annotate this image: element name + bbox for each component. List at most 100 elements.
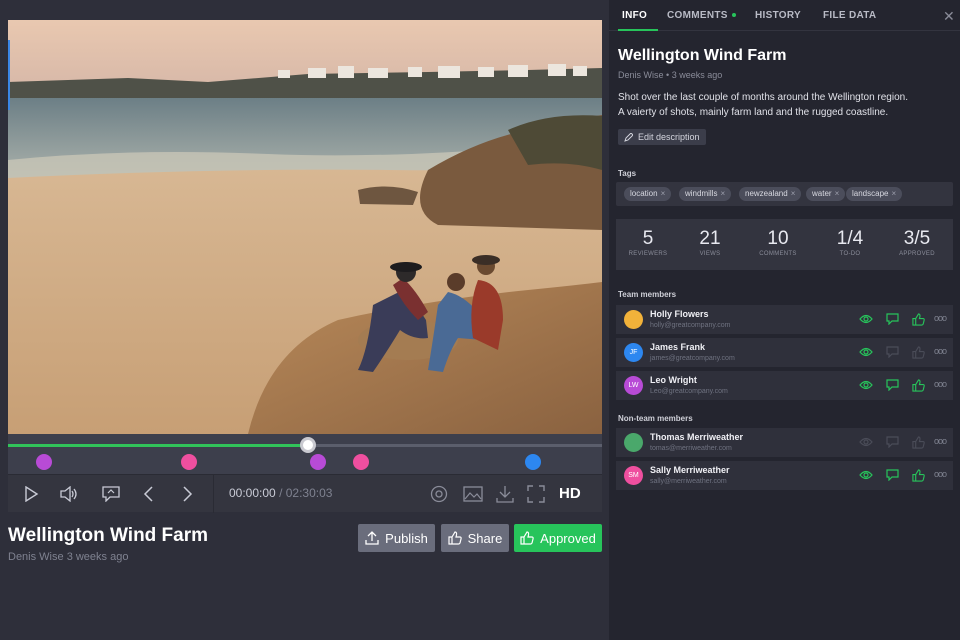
tab-info[interactable]: INFO xyxy=(622,10,647,21)
tag-label: windmills xyxy=(685,189,718,198)
edit-description-button[interactable]: Edit description xyxy=(618,129,706,145)
tag-label: landscape xyxy=(852,189,889,198)
video-preview[interactable] xyxy=(8,20,602,434)
more-icon[interactable]: ooo xyxy=(934,436,947,446)
player-controls: 00:00:00 / 02:30:03 HD xyxy=(8,474,602,513)
avatar-initials: SM xyxy=(628,472,639,479)
play-icon[interactable] xyxy=(20,483,42,505)
stat-reviewers: 5 REVIEWERS xyxy=(628,228,668,257)
fullscreen-icon[interactable] xyxy=(525,483,547,505)
eye-icon[interactable] xyxy=(859,435,873,449)
member-row[interactable]: SM Sally Merriweather sally@merriweather.c… xyxy=(616,461,953,490)
thumbs-up-icon[interactable] xyxy=(911,345,925,359)
comment-marker[interactable] xyxy=(35,454,52,470)
tag-label: newzealand xyxy=(745,189,788,198)
edit-label: Edit description xyxy=(638,132,700,142)
controls-divider xyxy=(213,475,214,513)
more-icon[interactable]: ooo xyxy=(934,313,947,323)
pencil-icon xyxy=(624,132,633,142)
comment-icon[interactable] xyxy=(885,378,899,392)
remove-tag-icon[interactable]: × xyxy=(891,189,896,198)
info-panel: INFO COMMENTS HISTORY FILE DATA ✕ Wellin… xyxy=(609,0,960,640)
target-icon[interactable] xyxy=(428,483,450,505)
thumbs-up-icon xyxy=(448,531,462,545)
comment-icon[interactable] xyxy=(885,345,899,359)
description-line: Shot over the last couple of months arou… xyxy=(618,92,908,103)
eye-icon[interactable] xyxy=(859,468,873,482)
eye-icon[interactable] xyxy=(859,378,873,392)
member-row[interactable]: Holly Flowers holly@greatcompany.com ooo xyxy=(616,305,953,334)
player-area: 00:00:00 / 02:30:03 HD Wellington Wind F… xyxy=(0,0,609,640)
member-name: Thomas Merriweather xyxy=(650,432,744,442)
timeline-scrubber[interactable] xyxy=(299,437,316,453)
member-email: holly@greatcompany.com xyxy=(650,322,731,329)
comment-marker[interactable] xyxy=(353,454,370,470)
info-meta: Denis Wise • 3 weeks ago xyxy=(618,70,722,80)
asset-meta: Denis Wise 3 weeks ago xyxy=(8,551,128,563)
next-icon[interactable] xyxy=(176,483,198,505)
nonteam-heading: Non-team members xyxy=(618,414,693,423)
more-icon[interactable]: ooo xyxy=(934,469,947,479)
thumbs-up-icon[interactable] xyxy=(911,378,925,392)
volume-icon[interactable] xyxy=(58,483,80,505)
tab-file-data[interactable]: FILE DATA xyxy=(823,10,876,21)
publish-button[interactable]: Publish xyxy=(358,524,435,552)
thumbs-up-icon[interactable] xyxy=(911,312,925,326)
tag-chip[interactable]: water × xyxy=(806,187,846,201)
meta-bullet: • xyxy=(666,70,670,80)
tab-comments[interactable]: COMMENTS xyxy=(667,10,736,21)
panel-tabs: INFO COMMENTS HISTORY FILE DATA ✕ xyxy=(609,0,960,31)
member-name: James Frank xyxy=(650,342,706,352)
description-line: A vaierty of shots, mainly farm land and… xyxy=(618,107,889,118)
comment-icon[interactable] xyxy=(885,312,899,326)
approved-button[interactable]: Approved xyxy=(514,524,602,552)
eye-icon[interactable] xyxy=(859,345,873,359)
info-time: 3 weeks ago xyxy=(671,70,723,80)
remove-tag-icon[interactable]: × xyxy=(720,189,725,198)
description: Shot over the last couple of months arou… xyxy=(618,90,948,120)
tags-input[interactable]: location × windmills × newzealand × water × … xyxy=(616,182,953,206)
quality-toggle[interactable]: HD xyxy=(559,485,581,502)
tag-chip[interactable]: windmills × xyxy=(679,187,732,201)
member-row[interactable]: Thomas Merriweather tomas@merriweather.co… xyxy=(616,428,953,457)
asset-time: 3 weeks ago xyxy=(66,551,129,563)
tag-chip[interactable]: location × xyxy=(624,187,672,201)
image-icon[interactable] xyxy=(462,483,484,505)
avatar: JF xyxy=(624,343,643,362)
close-icon[interactable]: ✕ xyxy=(943,8,955,25)
thumbs-up-icon[interactable] xyxy=(911,468,925,482)
avatar-initials: LW xyxy=(628,382,639,389)
tag-chip[interactable]: newzealand × xyxy=(739,187,802,201)
comment-marker[interactable] xyxy=(181,454,198,470)
comment-marker[interactable] xyxy=(310,454,327,470)
member-row[interactable]: LW Leo Wright Leo@greatcompany.com ooo xyxy=(616,371,953,400)
comment-icon[interactable] xyxy=(885,468,899,482)
remove-tag-icon[interactable]: × xyxy=(835,189,840,198)
tag-chip[interactable]: landscape × xyxy=(846,187,903,201)
info-author: Denis Wise xyxy=(618,70,664,80)
comment-icon[interactable] xyxy=(885,435,899,449)
remove-tag-icon[interactable]: × xyxy=(791,189,796,198)
thumbs-up-icon[interactable] xyxy=(911,435,925,449)
more-icon[interactable]: ooo xyxy=(934,346,947,356)
more-icon[interactable]: ooo xyxy=(934,379,947,389)
stat-approved: 3/5 APPROVED xyxy=(899,228,935,257)
member-name: Leo Wright xyxy=(650,375,697,385)
remove-tag-icon[interactable]: × xyxy=(661,189,666,198)
eye-icon[interactable] xyxy=(859,312,873,326)
share-button[interactable]: Share xyxy=(441,524,509,552)
member-name: Holly Flowers xyxy=(650,309,709,319)
comment-marker[interactable] xyxy=(525,454,542,470)
download-icon[interactable] xyxy=(494,483,516,505)
selection-edge xyxy=(8,40,10,110)
share-label: Share xyxy=(467,530,503,546)
prev-icon[interactable] xyxy=(138,483,160,505)
tab-history[interactable]: HISTORY xyxy=(755,10,801,21)
team-heading: Team members xyxy=(618,290,677,299)
time-separator: / xyxy=(279,486,283,500)
timeline-progress xyxy=(8,444,308,447)
comment-icon[interactable] xyxy=(100,483,122,505)
member-row[interactable]: JF James Frank james@greatcompany.com ooo xyxy=(616,338,953,367)
time-display: 00:00:00 / 02:30:03 xyxy=(229,486,332,500)
timeline[interactable] xyxy=(8,434,602,474)
